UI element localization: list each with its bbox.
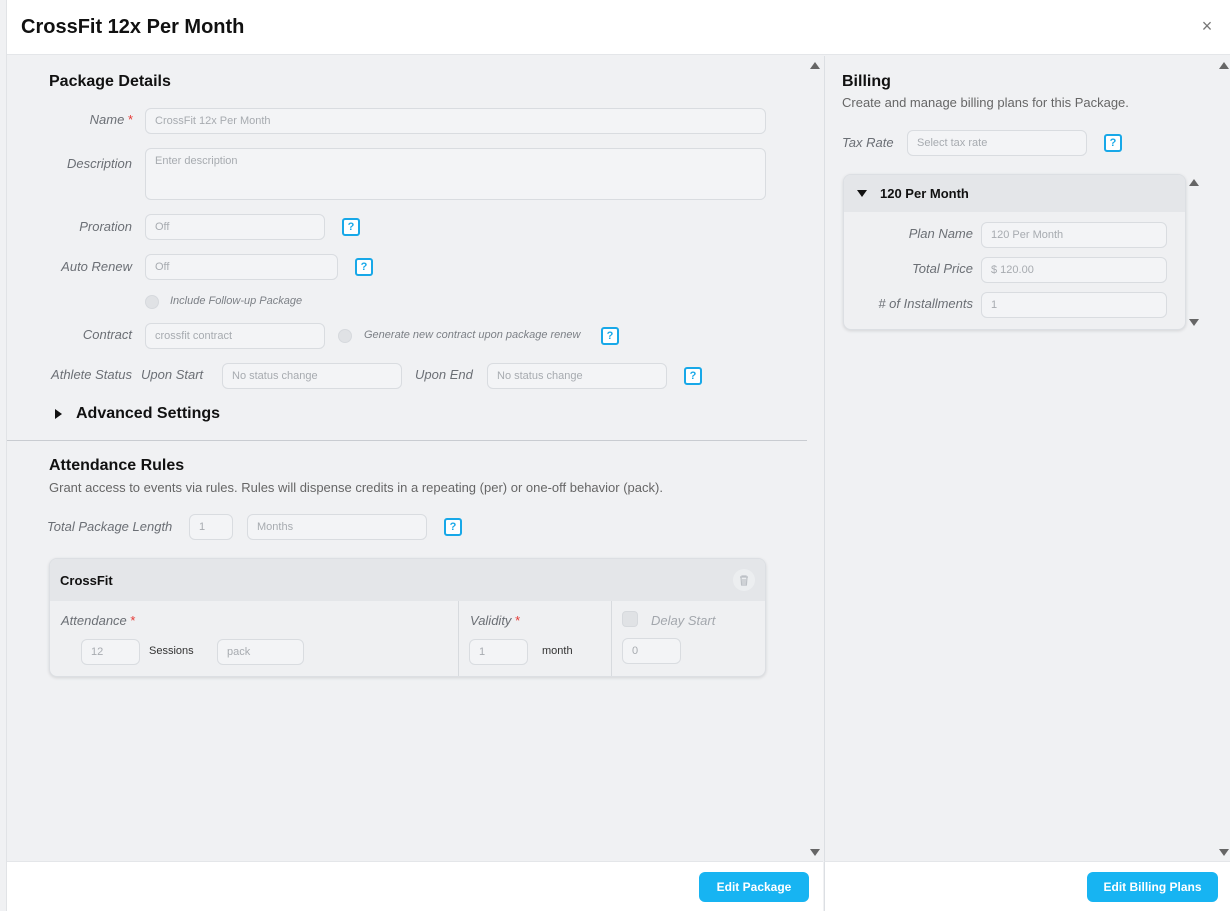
caret-right-icon xyxy=(55,409,62,419)
installments-label: # of Installments xyxy=(878,296,973,311)
package-pane: Package Details Name * CrossFit 12x Per … xyxy=(7,56,823,861)
scroll-down-icon[interactable] xyxy=(810,849,820,856)
contract-select[interactable]: crossfit contract xyxy=(145,323,325,349)
modal-title: CrossFit 12x Per Month xyxy=(21,16,245,38)
billing-pane: Billing Create and manage billing plans … xyxy=(824,56,1230,861)
package-details-title: Package Details xyxy=(49,73,171,90)
section-divider xyxy=(7,440,807,441)
delay-start-label: Delay Start xyxy=(651,613,716,628)
auto-renew-label: Auto Renew xyxy=(61,259,132,274)
validity-input[interactable]: 1 xyxy=(469,639,528,665)
total-length-help-icon[interactable]: ? xyxy=(444,518,462,536)
name-input[interactable]: CrossFit 12x Per Month xyxy=(145,108,766,134)
validity-unit-label: month xyxy=(542,645,573,657)
package-footer: Edit Package xyxy=(7,861,823,911)
installments-input[interactable]: 1 xyxy=(981,292,1167,318)
name-label: Name * xyxy=(89,112,133,127)
package-modal: CrossFit 12x Per Month × Package Details… xyxy=(6,0,1230,911)
proration-help-icon[interactable]: ? xyxy=(342,218,360,236)
athlete-status-label: Athlete Status xyxy=(51,367,132,382)
tax-rate-label: Tax Rate xyxy=(842,135,894,150)
delay-start-input[interactable]: 0 xyxy=(622,638,681,664)
edit-package-button[interactable]: Edit Package xyxy=(699,872,809,902)
rule-card-header xyxy=(50,559,765,601)
total-length-unit-select[interactable]: Months xyxy=(247,514,427,540)
upon-start-label: Upon Start xyxy=(141,367,204,382)
auto-renew-select[interactable]: Off xyxy=(145,254,338,280)
description-label: Description xyxy=(66,156,132,171)
upon-start-select[interactable]: No status change xyxy=(222,363,402,389)
rule-card-divider-1 xyxy=(458,601,459,676)
proration-label: Proration xyxy=(79,219,132,234)
sessions-input[interactable]: 12 xyxy=(81,639,140,665)
billing-subtitle: Create and manage billing plans for this… xyxy=(842,95,1129,110)
scroll-up-icon[interactable] xyxy=(1189,179,1199,186)
caret-down-icon[interactable] xyxy=(857,190,867,197)
description-textarea[interactable]: Enter description xyxy=(145,148,766,200)
contract-label: Contract xyxy=(82,327,132,342)
generate-contract-radio[interactable] xyxy=(338,329,352,343)
plan-card-title: 120 Per Month xyxy=(880,186,969,201)
billing-footer: Edit Billing Plans xyxy=(824,861,1230,911)
contract-help-icon[interactable]: ? xyxy=(601,327,619,345)
scroll-down-icon[interactable] xyxy=(1189,319,1199,326)
attendance-label: Attendance * xyxy=(61,613,136,628)
upon-end-label: Upon End xyxy=(415,367,473,382)
plan-name-label: Plan Name xyxy=(908,226,973,241)
right-scrollbar[interactable] xyxy=(1217,56,1230,861)
rule-card-divider-2 xyxy=(611,601,612,676)
follow-up-radio[interactable] xyxy=(145,295,159,309)
athlete-status-help-icon[interactable]: ? xyxy=(684,367,702,385)
tax-rate-select[interactable]: Select tax rate xyxy=(907,130,1087,156)
total-length-input[interactable]: 1 xyxy=(189,514,233,540)
close-icon[interactable]: × xyxy=(1199,17,1215,35)
modal-header: CrossFit 12x Per Month × xyxy=(7,0,1230,55)
left-scrollbar[interactable] xyxy=(808,56,822,861)
scroll-up-icon[interactable] xyxy=(810,62,820,69)
billing-plan-card: 120 Per Month Plan Name 120 Per Month To… xyxy=(843,174,1186,330)
generate-contract-label: Generate new contract upon package renew xyxy=(364,329,581,341)
billing-title: Billing xyxy=(842,73,891,90)
trash-icon[interactable] xyxy=(733,569,755,591)
delay-start-checkbox[interactable] xyxy=(622,611,638,627)
attendance-rules-title: Attendance Rules xyxy=(49,457,185,474)
edit-billing-plans-button[interactable]: Edit Billing Plans xyxy=(1087,872,1218,902)
attendance-rules-subtitle: Grant access to events via rules. Rules … xyxy=(49,480,663,495)
total-length-label: Total Package Length xyxy=(47,519,173,534)
advanced-settings-toggle[interactable]: Advanced Settings xyxy=(53,403,253,425)
total-price-input[interactable]: $ 120.00 xyxy=(981,257,1167,283)
plan-card-scrollbar[interactable] xyxy=(1187,174,1201,330)
upon-end-select[interactable]: No status change xyxy=(487,363,667,389)
plan-name-input[interactable]: 120 Per Month xyxy=(981,222,1167,248)
total-price-label: Total Price xyxy=(912,261,973,276)
tax-rate-help-icon[interactable]: ? xyxy=(1104,134,1122,152)
advanced-settings-label: Advanced Settings xyxy=(76,405,221,422)
proration-select[interactable]: Off xyxy=(145,214,325,240)
sessions-label: Sessions xyxy=(149,645,194,657)
follow-up-label: Include Follow-up Package xyxy=(170,295,303,307)
scroll-up-icon[interactable] xyxy=(1219,62,1229,69)
scroll-down-icon[interactable] xyxy=(1219,849,1229,856)
rule-card-title: CrossFit xyxy=(60,573,113,588)
attendance-rule-card: CrossFit Attendance * 12 Sessions pack V… xyxy=(49,558,766,677)
auto-renew-help-icon[interactable]: ? xyxy=(355,258,373,276)
validity-label: Validity * xyxy=(470,613,521,628)
mode-select[interactable]: pack xyxy=(217,639,304,665)
